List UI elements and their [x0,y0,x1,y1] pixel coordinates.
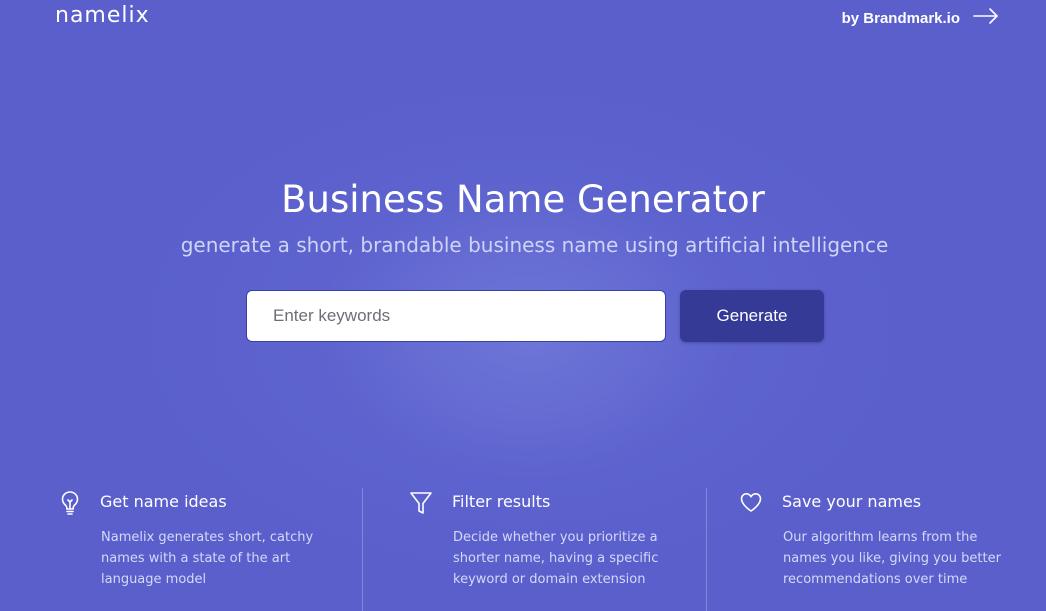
filter-icon [409,490,433,516]
page-title: Business Name Generator [281,178,765,221]
feature-description: Our algorithm learns from the names you … [783,530,1001,587]
feature-description: Decide whether you prioritize a shorter … [453,530,659,587]
generate-button[interactable]: Generate [680,290,824,342]
brandmark-link[interactable]: by Brandmark.io [842,7,1000,29]
feature-title: Get name ideas [100,492,227,511]
keywords-input[interactable] [246,290,666,342]
feature-description: Namelix generates short, catchy names wi… [101,530,314,587]
features-section: Get name ideas Namelix generates short, … [0,480,1046,611]
arrow-right-icon [972,7,1000,29]
feature-divider [706,488,707,611]
brandmark-link-label: by Brandmark.io [841,9,960,27]
feature-divider [362,488,363,611]
heart-icon [739,490,763,516]
logo[interactable]: namelix [55,3,150,28]
lightbulb-icon [58,490,82,516]
feature-title: Save your names [782,492,922,511]
feature-title: Filter results [452,492,551,511]
page-subtitle: generate a short, brandable business nam… [180,233,889,257]
